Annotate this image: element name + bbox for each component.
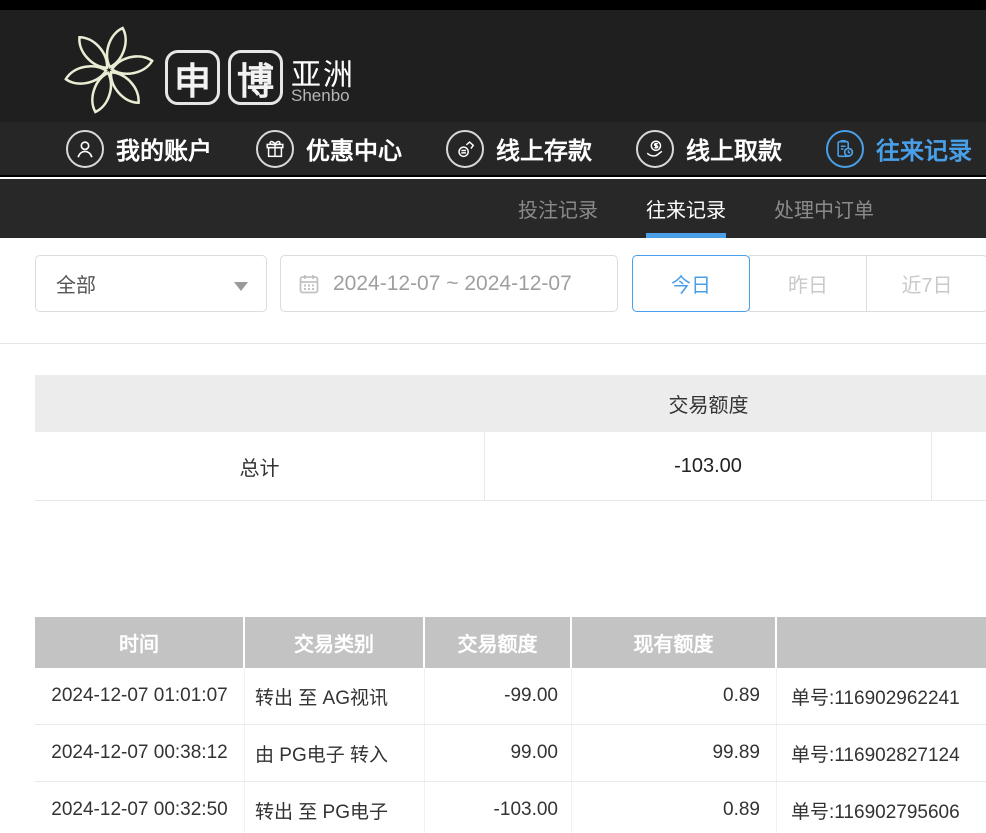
- table-row: 2024-12-07 00:32:50 转出 至 PG电子 -103.00 0.…: [35, 782, 986, 833]
- column-header-balance: 现有额度: [572, 617, 777, 668]
- table-row: 2024-12-07 01:01:07 转出 至 AG视讯 -99.00 0.8…: [35, 668, 986, 725]
- tab-transaction-records[interactable]: 往来记录: [646, 179, 726, 238]
- cell-order-number: 单号:116902962241: [777, 668, 986, 724]
- transactions-table: 时间 交易类别 交易额度 现有额度 2024-12-07 01:01:07 转出…: [35, 617, 986, 833]
- summary-table: 交易额度 总计 -103.00: [35, 375, 986, 501]
- nav-label: 往来记录: [876, 131, 972, 166]
- logo-english-text: Shenbo: [291, 86, 350, 106]
- cell-amount: -99.00: [425, 668, 572, 724]
- cell-balance: 99.89: [572, 725, 777, 781]
- calendar-icon: [297, 272, 321, 296]
- nav-label: 线上取款: [686, 131, 782, 166]
- section-divider: [0, 343, 986, 344]
- cell-type: 转出 至 PG电子: [245, 782, 425, 833]
- table-row: 2024-12-07 00:38:12 由 PG电子 转入 99.00 99.8…: [35, 725, 986, 782]
- cell-time: 2024-12-07 00:32:50: [35, 782, 245, 833]
- cell-type: 转出 至 AG视讯: [245, 668, 425, 724]
- filter-row: 全部 2024-12-07 ~ 2024-12-07 今日 昨日 近7日: [35, 255, 986, 312]
- chevron-down-icon: [234, 282, 248, 291]
- cell-time: 2024-12-07 00:38:12: [35, 725, 245, 781]
- records-icon: [826, 130, 864, 168]
- summary-header-row: 交易额度: [35, 375, 986, 432]
- top-black-bar: [0, 0, 986, 10]
- tab-pending-orders[interactable]: 处理中订单: [774, 179, 874, 238]
- cell-balance: 0.89: [572, 782, 777, 833]
- cell-amount: 99.00: [425, 725, 572, 781]
- tab-betting-records[interactable]: 投注记录: [518, 179, 598, 238]
- cell-type: 由 PG电子 转入: [245, 725, 425, 781]
- cell-balance: 0.89: [572, 668, 777, 724]
- deposit-icon: [446, 130, 484, 168]
- today-button[interactable]: 今日: [632, 255, 750, 312]
- withdraw-icon: [636, 130, 674, 168]
- nav-label: 我的账户: [116, 131, 212, 166]
- date-range-value: 2024-12-07 ~ 2024-12-07: [333, 272, 572, 296]
- transactions-header-row: 时间 交易类别 交易额度 现有额度: [35, 617, 986, 668]
- cell-time: 2024-12-07 01:01:07: [35, 668, 245, 724]
- summary-total-row: 总计 -103.00: [35, 432, 986, 501]
- yesterday-button[interactable]: 昨日: [749, 255, 867, 312]
- nav-label: 线上存款: [496, 131, 592, 166]
- summary-total-label: 总计: [35, 432, 485, 500]
- logo-char-shen: 申: [165, 50, 220, 105]
- main-nav: 我的账户 优惠中心 线上存款: [0, 122, 986, 177]
- gift-icon: [256, 130, 294, 168]
- type-select-value: 全部: [56, 269, 96, 298]
- nav-label: 优惠中心: [306, 131, 402, 166]
- logo-char-bo: 博: [228, 50, 283, 105]
- flower-logo-icon: [60, 21, 158, 119]
- column-header-type: 交易类别: [245, 617, 425, 668]
- summary-total-amount: -103.00: [485, 432, 932, 500]
- nav-item-my-account[interactable]: 我的账户: [66, 130, 212, 168]
- summary-header-amount: 交易额度: [485, 389, 932, 418]
- nav-item-deposit[interactable]: 线上存款: [446, 130, 592, 168]
- column-header-order: [777, 617, 986, 668]
- nav-item-promotions[interactable]: 优惠中心: [256, 130, 402, 168]
- column-header-time: 时间: [35, 617, 245, 668]
- nav-item-transaction-records[interactable]: 往来记录: [826, 130, 972, 168]
- quick-range-buttons: 今日 昨日 近7日: [632, 255, 986, 312]
- last7days-button[interactable]: 近7日: [866, 255, 986, 312]
- page: 申 博 亚洲 Shenbo 我的账户 优惠中心: [0, 0, 986, 833]
- column-header-amount: 交易额度: [425, 617, 572, 668]
- cell-amount: -103.00: [425, 782, 572, 833]
- brand-header: 申 博 亚洲 Shenbo: [0, 10, 986, 122]
- date-range-input[interactable]: 2024-12-07 ~ 2024-12-07: [280, 255, 618, 312]
- cell-order-number: 单号:116902827124: [777, 725, 986, 781]
- cell-order-number: 单号:116902795606: [777, 782, 986, 833]
- type-select[interactable]: 全部: [35, 255, 267, 312]
- user-icon: [66, 130, 104, 168]
- nav-item-withdraw[interactable]: 线上取款: [636, 130, 782, 168]
- record-tabs: 投注记录 往来记录 处理中订单: [0, 179, 986, 238]
